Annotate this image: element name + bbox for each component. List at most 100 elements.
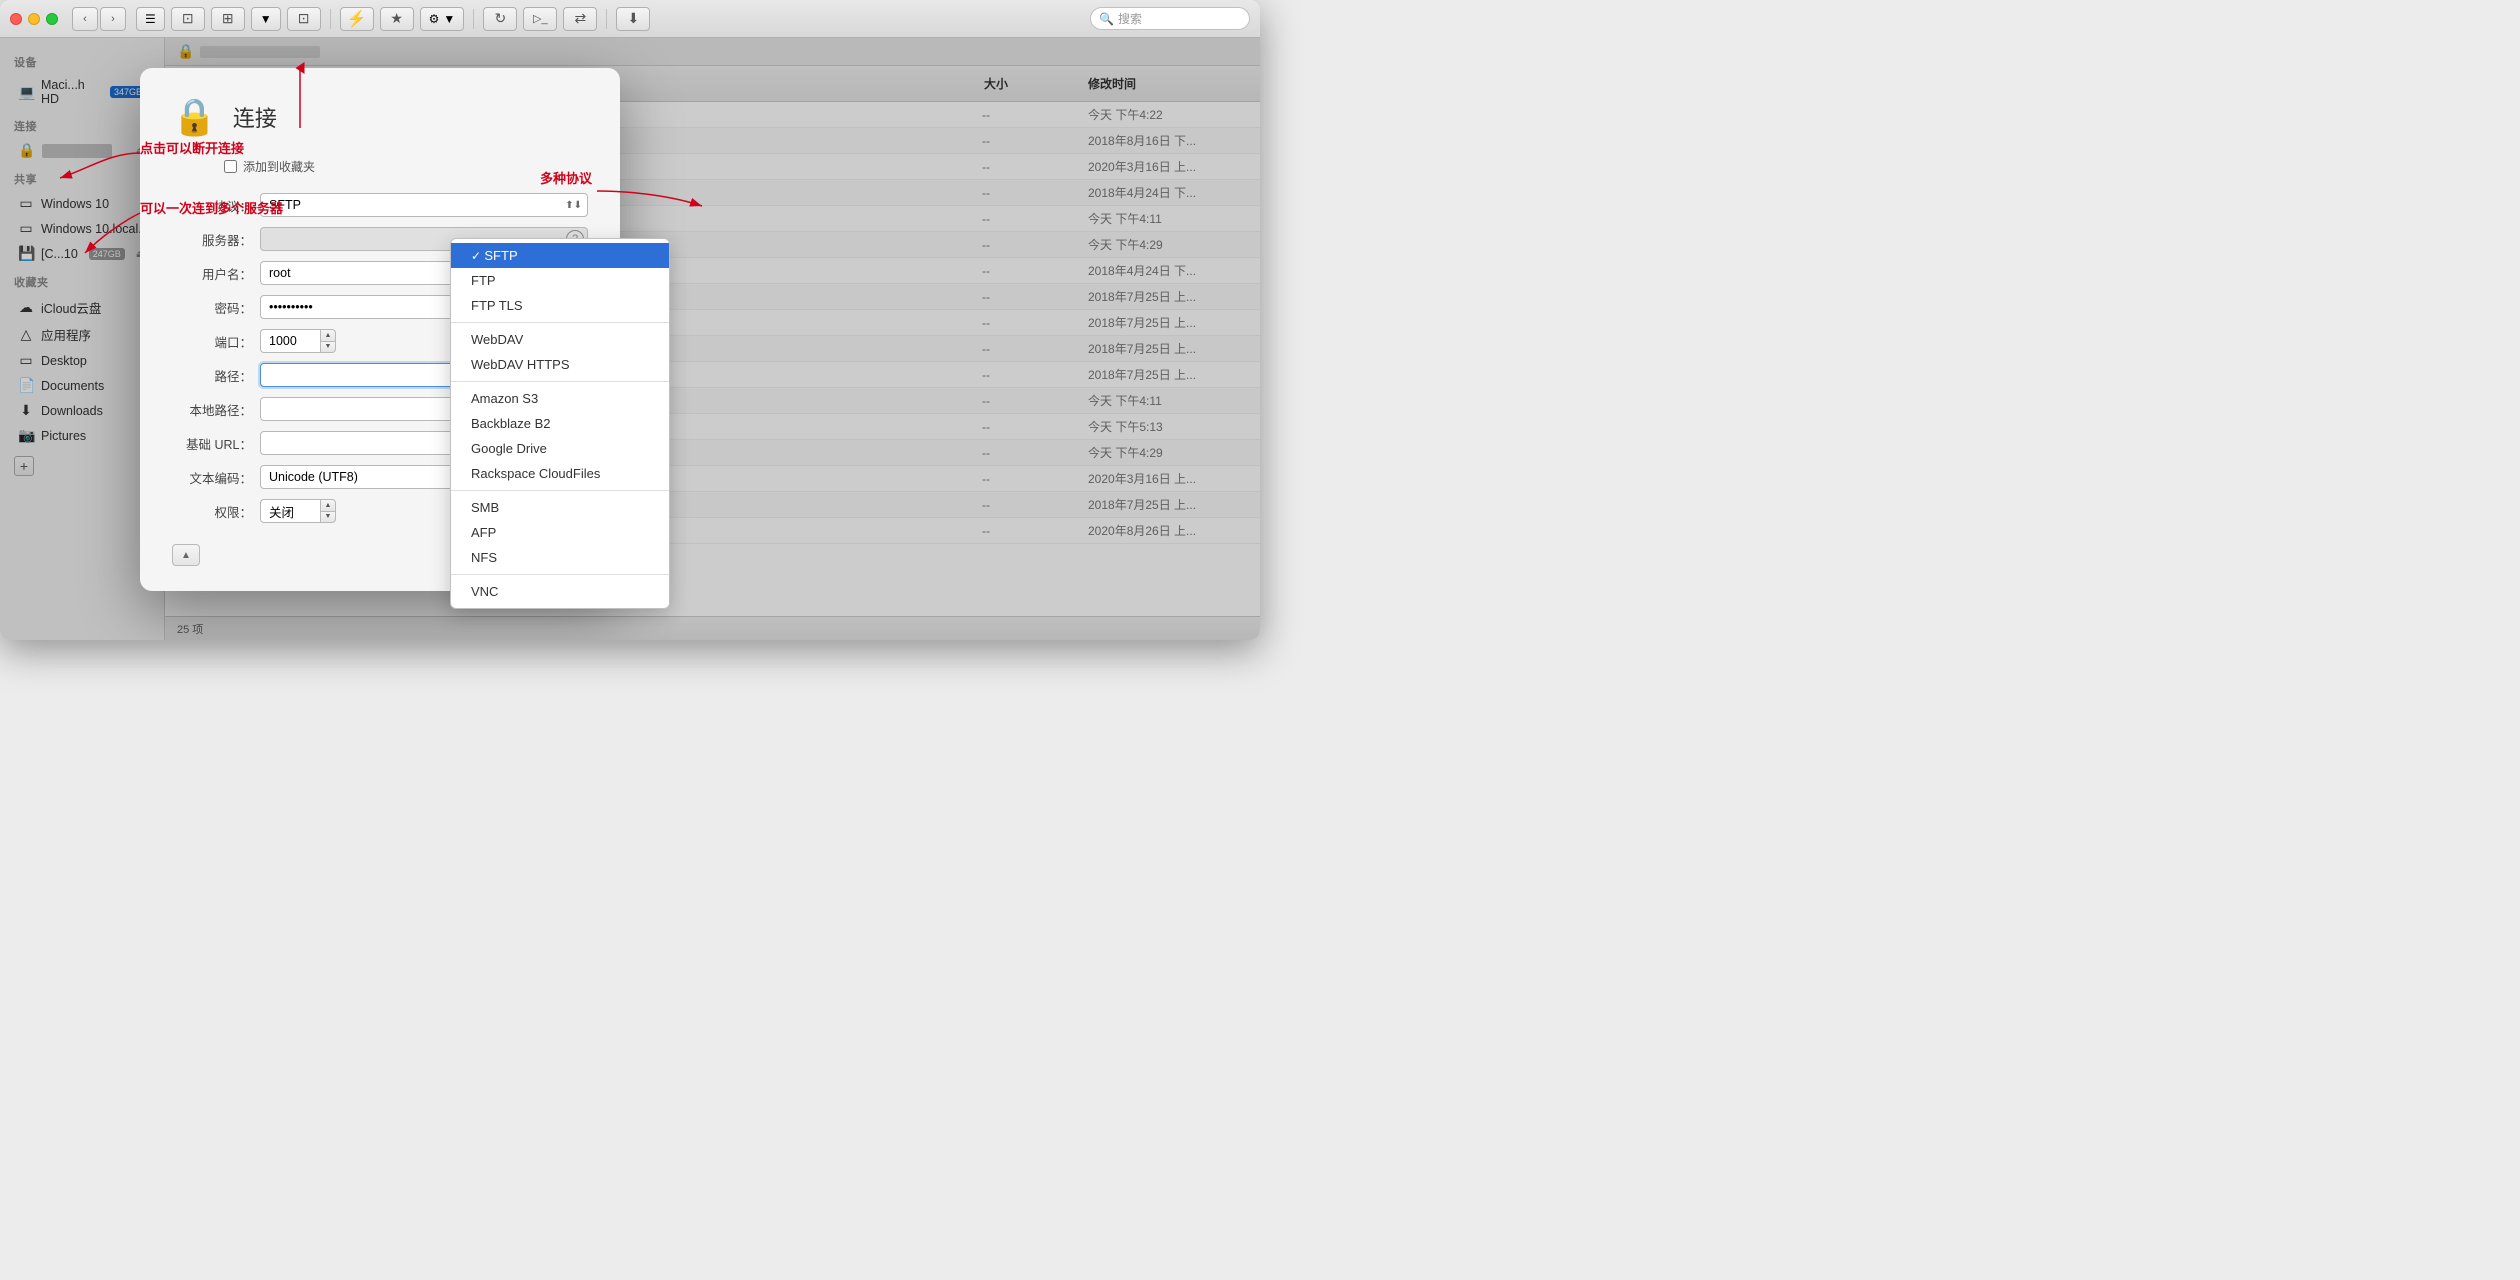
sidebar-item-label: Desktop — [41, 354, 87, 368]
protocol-dropdown[interactable]: SFTP FTP FTP TLS WebDAV WebDAV HTTPS Ama… — [450, 238, 670, 609]
sidebar-item-connection[interactable]: 🔒 ⏏ — [4, 138, 160, 163]
sidebar-item-windows10local[interactable]: ▭ Windows 10.local. — [4, 216, 160, 241]
file-date: 2018年7月25日 上... — [1088, 340, 1248, 357]
protocol-option-webdavhttps[interactable]: WebDAV HTTPS — [451, 352, 669, 377]
terminal-button[interactable]: ▷_ — [523, 7, 557, 31]
list-view-icon: ☰ — [145, 12, 156, 26]
flash-button[interactable]: ⚡ — [340, 7, 374, 31]
downloads-icon: ⬇ — [18, 402, 34, 419]
protocol-option-ftptls[interactable]: FTP TLS — [451, 293, 669, 318]
local-path-label: 本地路径： — [172, 400, 252, 419]
grid-view-button[interactable]: ⊞ — [211, 7, 245, 31]
download-icon: ⬇ — [627, 10, 639, 27]
sidebar-item-pictures[interactable]: 📷 Pictures — [4, 423, 160, 448]
close-button[interactable] — [10, 13, 22, 25]
separator-3 — [606, 9, 607, 29]
permissions-stepper-buttons: ▲ ▼ — [320, 499, 336, 523]
dropdown-separator-2 — [451, 381, 669, 382]
protocol-option-nfs[interactable]: NFS — [451, 545, 669, 570]
download-button[interactable]: ⬇ — [616, 7, 650, 31]
file-date: 2020年3月16日 上... — [1088, 470, 1248, 487]
forward-button[interactable]: › — [100, 7, 126, 31]
protocol-select[interactable]: SFTP FTP FTP TLS WebDAV WebDAV HTTPS — [260, 193, 588, 217]
file-size: -- — [982, 342, 1082, 356]
sidebar-item-macintosh-hd[interactable]: 💻 Maci...h HD 347GB — [4, 74, 160, 110]
sidebar-item-downloads[interactable]: ⬇ Downloads — [4, 398, 160, 423]
dropdown-separator-1 — [451, 322, 669, 323]
settings-arrow-icon: ▼ — [443, 12, 455, 26]
sidebar-item-desktop[interactable]: ▭ Desktop — [4, 348, 160, 373]
file-date: 2018年7月25日 上... — [1088, 496, 1248, 513]
port-stepper: ▲ ▼ — [260, 329, 336, 353]
base-url-label: 基础 URL： — [172, 434, 252, 453]
desktop-icon: ▭ — [18, 352, 34, 369]
view-options-button[interactable]: ▼ — [251, 7, 281, 31]
titlebar: ‹ › ☰ ⊡ ⊞ ▼ ⊡ ⚡ ★ ⚙ ▼ ↻ ▷_ — [0, 0, 1260, 38]
protocol-option-sftp[interactable]: SFTP — [451, 243, 669, 268]
sidebar-item-applications[interactable]: △ 应用程序 — [4, 321, 160, 348]
applications-icon: △ — [18, 326, 34, 343]
sidebar-item-label: [C...10 — [41, 247, 78, 261]
sync-button[interactable]: ⇄ — [563, 7, 597, 31]
file-date: 今天 下午5:13 — [1088, 418, 1248, 435]
bookmarks-button[interactable]: ★ — [380, 7, 414, 31]
search-bar[interactable]: 🔍 搜索 — [1090, 7, 1250, 30]
sidebar-item-windows10[interactable]: ▭ Windows 10 — [4, 191, 160, 216]
file-size: -- — [982, 394, 1082, 408]
protocol-option-afp[interactable]: AFP — [451, 520, 669, 545]
list-view-button[interactable]: ☰ — [136, 7, 165, 31]
col-date-header[interactable]: 修改时间 — [1088, 75, 1248, 92]
star-icon: ★ — [390, 10, 403, 27]
file-size: -- — [982, 108, 1082, 122]
add-bookmark-checkbox[interactable] — [224, 160, 237, 173]
sidebar-item-documents[interactable]: 📄 Documents — [4, 373, 160, 398]
protocol-option-gdrive[interactable]: Google Drive — [451, 436, 669, 461]
server-label: 服务器： — [172, 230, 252, 249]
add-sidebar-item-button[interactable]: + — [14, 456, 34, 476]
protocol-option-rackspace[interactable]: Rackspace CloudFiles — [451, 461, 669, 486]
file-size: -- — [982, 498, 1082, 512]
dropdown-separator-4 — [451, 574, 669, 575]
protocol-option-vnc[interactable]: VNC — [451, 579, 669, 604]
col-size-header[interactable]: 大小 — [984, 75, 1084, 92]
port-increment-button[interactable]: ▲ — [320, 329, 336, 341]
port-input[interactable] — [260, 329, 320, 353]
maximize-button[interactable] — [46, 13, 58, 25]
permissions-input[interactable] — [260, 499, 320, 523]
protocol-option-b2[interactable]: Backblaze B2 — [451, 411, 669, 436]
permissions-decrement-button[interactable]: ▼ — [320, 511, 336, 524]
permissions-label: 权限： — [172, 502, 252, 521]
back-button[interactable]: ‹ — [72, 7, 98, 31]
sidebar-item-icloud[interactable]: ☁ iCloud云盘 — [4, 294, 160, 321]
collapse-button[interactable]: ▲ — [172, 544, 200, 566]
port-decrement-button[interactable]: ▼ — [320, 341, 336, 354]
file-size: -- — [982, 368, 1082, 382]
protocol-option-ftp[interactable]: FTP — [451, 268, 669, 293]
file-date: 2018年4月24日 下... — [1088, 184, 1248, 201]
file-date: 今天 下午4:11 — [1088, 210, 1248, 227]
sidebar-item-label: Documents — [41, 379, 104, 393]
refresh-icon: ↻ — [494, 10, 506, 27]
pictures-icon: 📷 — [18, 427, 34, 444]
file-size: -- — [982, 472, 1082, 486]
protocol-option-smb[interactable]: SMB — [451, 495, 669, 520]
protocol-option-s3[interactable]: Amazon S3 — [451, 386, 669, 411]
file-date: 2018年8月16日 下... — [1088, 132, 1248, 149]
grid-view-icon: ⊞ — [222, 10, 234, 27]
file-size: -- — [982, 420, 1082, 434]
column-view-icon: ⊡ — [182, 10, 194, 27]
file-list-footer: 25 项 — [165, 616, 1260, 640]
sidebar-item-c10[interactable]: 💾 [C...10 247GB ⏏ — [4, 241, 160, 266]
file-size: -- — [982, 212, 1082, 226]
protocol-option-webdav[interactable]: WebDAV — [451, 327, 669, 352]
settings-button[interactable]: ⚙ ▼ — [420, 7, 465, 31]
column-view-button[interactable]: ⊡ — [171, 7, 205, 31]
port-stepper-buttons: ▲ ▼ — [320, 329, 336, 353]
refresh-button[interactable]: ↻ — [483, 7, 517, 31]
file-date: 2020年8月26日 上... — [1088, 522, 1248, 539]
minimize-button[interactable] — [28, 13, 40, 25]
new-browser-button[interactable]: ⊡ — [287, 7, 321, 31]
file-date: 今天 下午4:29 — [1088, 236, 1248, 253]
permissions-increment-button[interactable]: ▲ — [320, 499, 336, 511]
traffic-lights — [10, 13, 58, 25]
